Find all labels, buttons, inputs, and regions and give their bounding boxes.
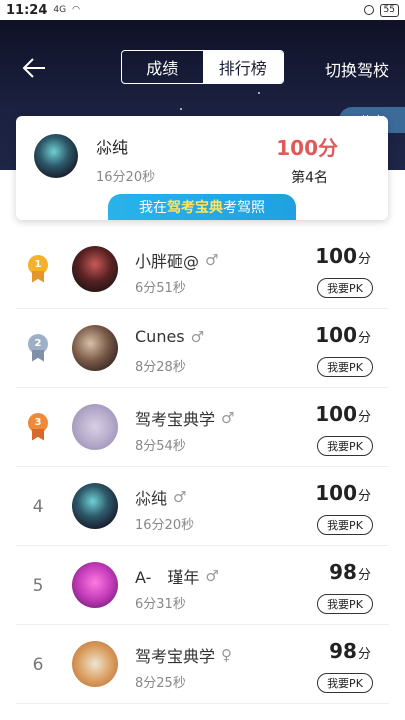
- male-icon: ♂: [221, 409, 235, 427]
- pk-button[interactable]: 我要PK: [317, 278, 373, 298]
- user-time: 8分25秒: [135, 676, 186, 691]
- list-item[interactable]: 6 驾考宝典学 ♀ 8分25秒 98分 我要PK: [16, 625, 389, 704]
- avatar: [34, 134, 78, 178]
- list-item[interactable]: 2 Cunes ♂ 8分28秒 100分 我要PK: [16, 309, 389, 388]
- rank-cell: 3: [16, 388, 60, 467]
- signal-indicator: 4G: [53, 5, 67, 15]
- rank-cell: 2: [16, 309, 60, 388]
- user-name: 驾考宝典学: [135, 410, 216, 429]
- user-time: 8分28秒: [135, 360, 186, 375]
- list-item[interactable]: 3 驾考宝典学 ♂ 8分54秒 100分 我要PK: [16, 388, 389, 467]
- user-time: 6分51秒: [135, 281, 186, 296]
- switch-school-button[interactable]: 切换驾校: [325, 57, 389, 81]
- male-icon: ♂: [190, 327, 205, 346]
- user-name: Cunes: [135, 327, 185, 346]
- battery-level: 55: [379, 3, 399, 17]
- avatar: [72, 246, 118, 292]
- back-arrow-icon: [22, 58, 45, 78]
- pk-button[interactable]: 我要PK: [317, 436, 373, 456]
- user-name: 小胖砸@: [135, 252, 200, 271]
- user-score: 100分: [315, 481, 371, 505]
- status-time: 11:24: [6, 2, 48, 18]
- avatar: [72, 325, 118, 371]
- user-time: 16分20秒: [135, 518, 195, 533]
- promo-suffix: 考驾照: [223, 200, 265, 216]
- avatar: [72, 562, 118, 608]
- lock-icon: [363, 5, 374, 15]
- list-item[interactable]: 4 尛纯 ♂ 16分20秒 100分 我要PK: [16, 467, 389, 546]
- user-score: 100分: [315, 323, 371, 347]
- bronze-medal-icon: 3: [27, 412, 49, 443]
- pk-button[interactable]: 我要PK: [317, 515, 373, 535]
- user-name: A- 瑾年: [135, 568, 200, 587]
- silver-medal-icon: 2: [27, 333, 49, 364]
- user-time: 8分54秒: [135, 439, 186, 454]
- user-score: 100分: [315, 244, 371, 268]
- avatar: [72, 641, 118, 687]
- rank-number: 5: [32, 575, 44, 596]
- wifi-icon: ◠: [72, 5, 80, 15]
- user-score: 98分: [329, 639, 371, 663]
- my-rank: 第4名: [291, 170, 328, 186]
- my-time: 16分20秒: [96, 170, 156, 185]
- promo-prefix: 我在: [139, 200, 167, 216]
- male-icon: ♂: [205, 251, 219, 269]
- tab-leaderboard[interactable]: 排行榜: [202, 51, 283, 83]
- user-time: 6分31秒: [135, 597, 186, 612]
- tab-score[interactable]: 成绩: [122, 51, 203, 83]
- tab-switcher: 成绩 排行榜: [121, 50, 284, 84]
- back-button[interactable]: [18, 52, 50, 84]
- male-icon: ♂: [173, 488, 187, 506]
- gold-medal-icon: 1: [27, 254, 49, 285]
- leaderboard-list: 1 小胖砸@ ♂ 6分51秒 100分 我要PK 2 Cunes ♂ 8分28秒: [0, 230, 405, 704]
- list-item[interactable]: 5 A- 瑾年 ♂ 6分31秒 98分 我要PK: [16, 546, 389, 625]
- user-score: 100分: [315, 402, 371, 426]
- rank-number: 6: [32, 654, 44, 675]
- list-item[interactable]: 1 小胖砸@ ♂ 6分51秒 100分 我要PK: [16, 230, 389, 309]
- rank-number: 4: [32, 496, 44, 517]
- male-icon: ♂: [205, 567, 219, 585]
- status-bar: 11:24 4G ◠ 55: [0, 0, 405, 20]
- user-name: 驾考宝典学: [135, 647, 216, 666]
- user-name: 尛纯: [135, 489, 168, 508]
- promo-brand: 驾考宝典: [167, 200, 223, 216]
- pk-button[interactable]: 我要PK: [317, 594, 373, 614]
- female-icon: ♀: [221, 646, 233, 664]
- pk-button[interactable]: 我要PK: [317, 357, 373, 377]
- my-name: 尛纯: [96, 138, 129, 157]
- avatar: [72, 483, 118, 529]
- rank-cell: 1: [16, 230, 60, 309]
- my-score: 100分: [276, 136, 338, 160]
- promo-banner: 我在 驾考宝典 考驾照: [108, 194, 296, 220]
- user-score: 98分: [329, 560, 371, 584]
- avatar: [72, 404, 118, 450]
- pk-button[interactable]: 我要PK: [317, 673, 373, 693]
